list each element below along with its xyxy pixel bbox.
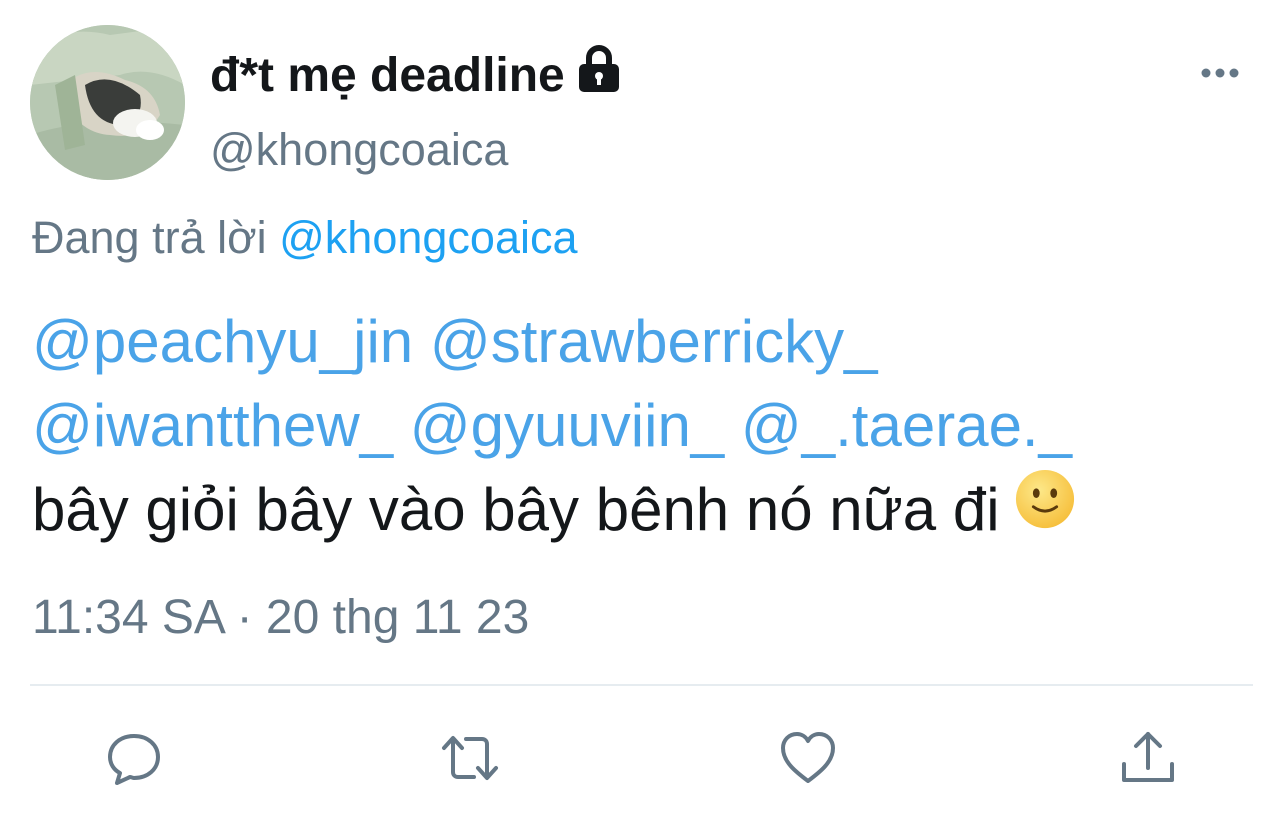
tweet-body-line: bây giỏi bây vào bây bênh nó nữa đi: [32, 468, 1076, 552]
display-name[interactable]: đ*t mẹ deadline: [210, 44, 623, 106]
like-icon[interactable]: [778, 728, 838, 788]
slightly-smiling-face-emoji: [1014, 468, 1076, 552]
mention[interactable]: @strawberricky_: [430, 308, 878, 375]
mention[interactable]: @iwantthew_: [32, 392, 393, 459]
divider: [30, 684, 1253, 686]
retweet-icon[interactable]: [440, 728, 500, 788]
mentions-line-1: @peachyu_jin @strawberricky_: [32, 300, 1076, 384]
tweet-text: @peachyu_jin @strawberricky_ @iwantthew_…: [32, 300, 1076, 552]
share-icon[interactable]: [1118, 728, 1178, 788]
user-handle[interactable]: @khongcoaica: [210, 124, 508, 176]
reply-icon[interactable]: [104, 728, 164, 788]
mention[interactable]: @peachyu_jin: [32, 308, 413, 375]
mention[interactable]: @gyuuviin_: [410, 392, 724, 459]
replying-to-link[interactable]: @khongcoaica: [279, 212, 577, 263]
avatar[interactable]: [30, 25, 185, 180]
replying-prefix: Đang trả lời: [32, 212, 267, 263]
display-name-text[interactable]: đ*t mẹ deadline: [210, 48, 565, 103]
tweet-timestamp[interactable]: 11:34 SA · 20 thg 11 23: [32, 590, 529, 645]
lock-icon: [575, 44, 623, 106]
tweet-body: bây giỏi bây vào bây bênh nó nữa đi: [32, 476, 1000, 543]
replying-to: Đang trả lời @khongcoaica: [32, 212, 578, 264]
mentions-line-2: @iwantthew_ @gyuuviin_ @_.taerae._: [32, 384, 1076, 468]
mention[interactable]: @_.taerae._: [741, 392, 1072, 459]
more-options-icon[interactable]: [1198, 58, 1242, 88]
